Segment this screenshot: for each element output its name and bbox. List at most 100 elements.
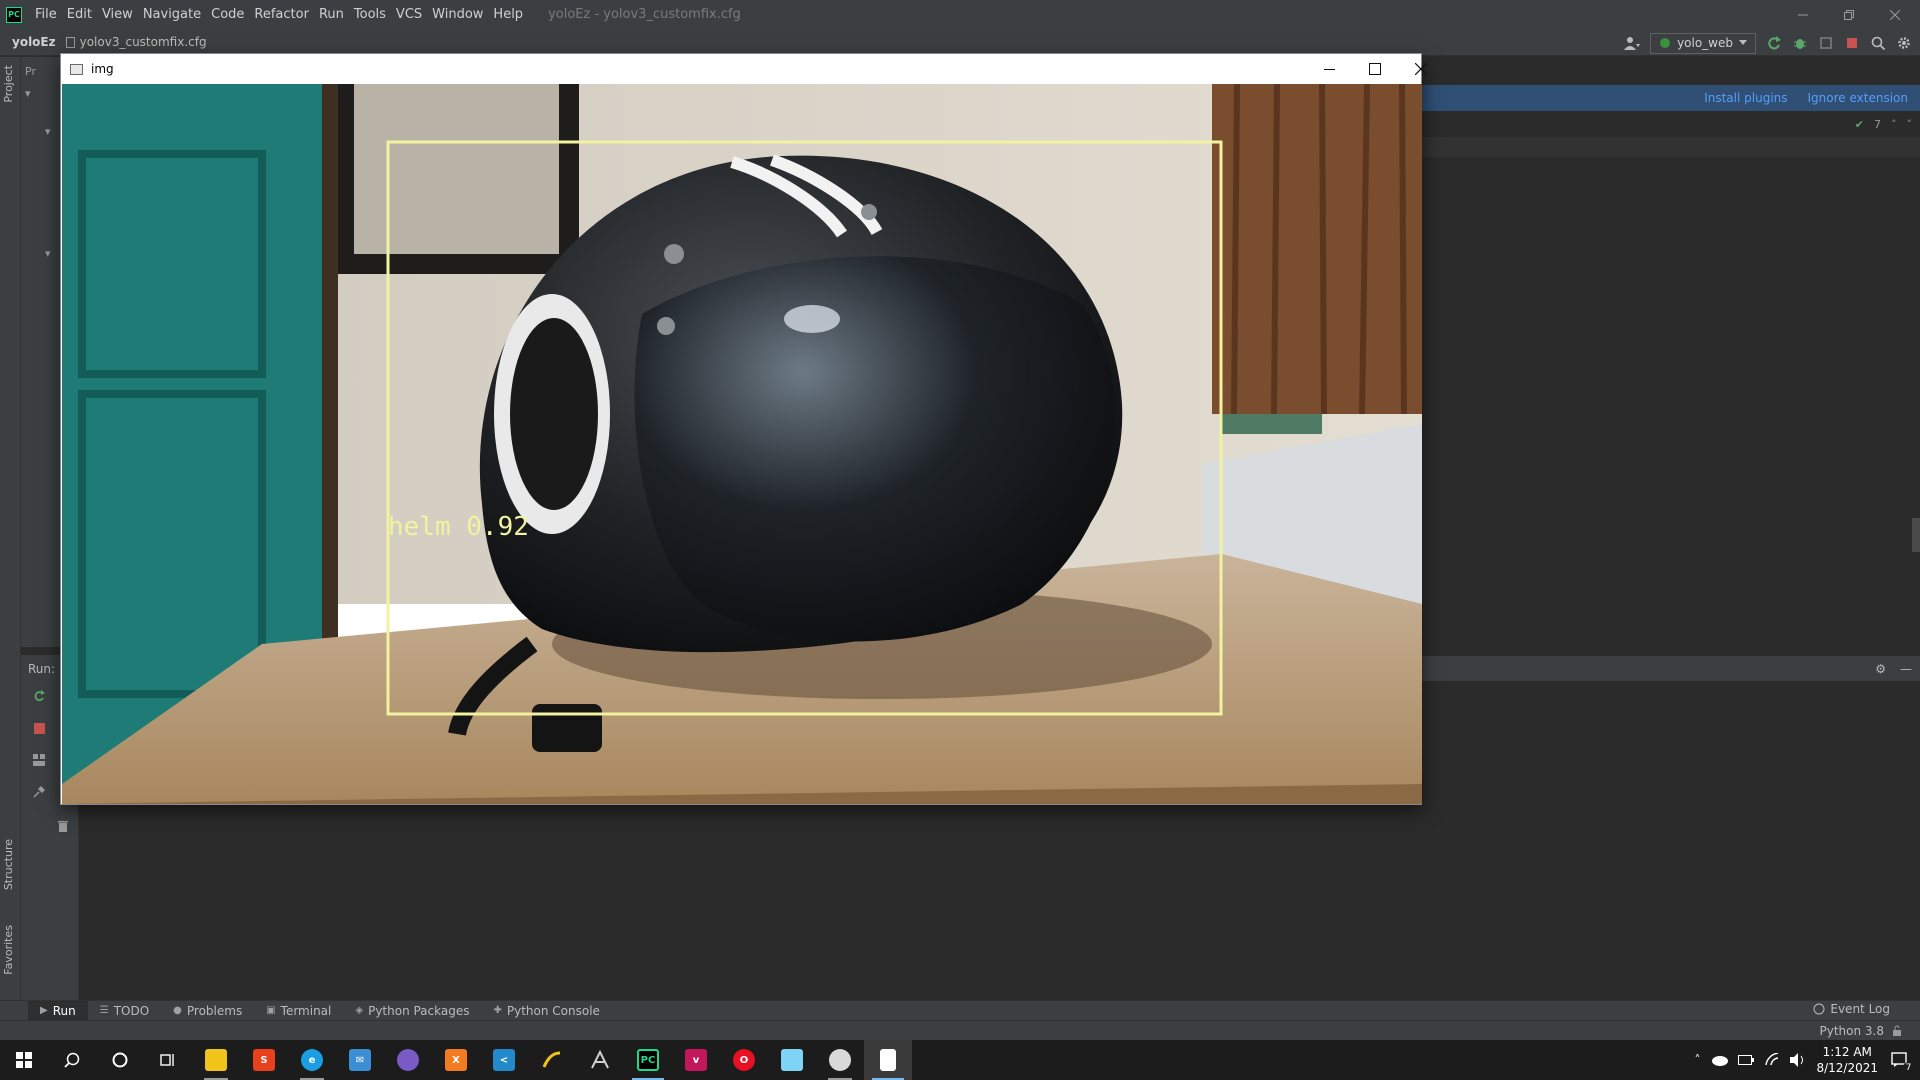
layout-icon[interactable] xyxy=(31,752,47,768)
sublime-icon: S xyxy=(253,1049,275,1071)
clock[interactable]: 1:12 AM 8/12/2021 xyxy=(1816,1044,1878,1076)
tree-expand-icon[interactable]: ▾ xyxy=(45,247,51,260)
img-window-title: img xyxy=(91,62,114,76)
taskbar-app-notepad[interactable] xyxy=(768,1040,816,1080)
tree-expand-icon[interactable]: ▾ xyxy=(25,87,31,100)
menu-run[interactable]: Run xyxy=(314,7,349,22)
taskbar-app-sublime[interactable]: S xyxy=(240,1040,288,1080)
search-icon xyxy=(1871,36,1885,50)
tab-python-packages[interactable]: ◈ Python Packages xyxy=(343,1001,481,1021)
taskbar-app-document[interactable] xyxy=(864,1040,912,1080)
trash-icon[interactable] xyxy=(55,818,71,834)
taskbar-app-xampp[interactable]: X xyxy=(432,1040,480,1080)
stop-button[interactable] xyxy=(1844,35,1860,51)
inspection-ok-icon[interactable]: ✔ xyxy=(1855,118,1864,131)
taskbar-app-anaconda[interactable] xyxy=(528,1040,576,1080)
run-configuration-select[interactable]: yolo_web xyxy=(1650,32,1756,54)
coverage-button[interactable] xyxy=(1818,35,1834,51)
menu-edit[interactable]: Edit xyxy=(62,7,97,22)
ide-minimize-button[interactable] xyxy=(1780,0,1826,29)
taskbar-app-media[interactable] xyxy=(816,1040,864,1080)
ignore-extension-link[interactable]: Ignore extension xyxy=(1808,91,1908,105)
menu-window[interactable]: Window xyxy=(427,7,488,22)
editor-area[interactable] xyxy=(1421,85,1920,655)
taskbar-app-tool[interactable] xyxy=(576,1040,624,1080)
taskbar-app-vscode[interactable]: < xyxy=(480,1040,528,1080)
favorites-tool-window-tab[interactable]: Favorites xyxy=(2,925,15,975)
ide-menubar: PC File Edit View Navigate Code Refactor… xyxy=(0,0,1920,29)
menu-tools[interactable]: Tools xyxy=(349,7,391,22)
menu-help[interactable]: Help xyxy=(488,7,528,22)
breadcrumb-project[interactable]: yoloEz xyxy=(0,35,56,49)
inspection-count: 7 xyxy=(1874,117,1881,131)
settings-button[interactable] xyxy=(1896,35,1912,51)
user-icon[interactable] xyxy=(1624,35,1641,51)
tab-python-console[interactable]: ✚ Python Console xyxy=(481,1001,611,1021)
volume-icon[interactable] xyxy=(1790,1053,1806,1067)
vysor-icon: v xyxy=(685,1049,707,1071)
taskbar-app-mail[interactable]: ✉ xyxy=(336,1040,384,1080)
tab-run[interactable]: ▶ Run xyxy=(28,1000,88,1021)
strap-buckle xyxy=(532,704,602,752)
taskbar-app-edge[interactable]: e xyxy=(288,1040,336,1080)
project-tool-window-tab[interactable]: Project xyxy=(2,65,15,103)
chevron-down-icon[interactable]: ˅ xyxy=(1907,118,1913,131)
editor-scrollbar[interactable] xyxy=(1912,518,1920,552)
wifi-icon[interactable] xyxy=(1764,1053,1780,1067)
ide-close-button[interactable] xyxy=(1872,0,1918,29)
run-panel-label: Run: xyxy=(28,662,56,676)
breadcrumb-file[interactable]: yolov3_customfix.cfg xyxy=(65,35,207,49)
menu-navigate[interactable]: Navigate xyxy=(138,7,206,22)
project-panel-title[interactable]: Pr xyxy=(25,65,36,78)
document-icon xyxy=(880,1049,896,1071)
img-minimize-button[interactable] xyxy=(1306,54,1352,84)
task-view-icon xyxy=(160,1054,174,1066)
rerun-button[interactable] xyxy=(1766,35,1782,51)
menu-code[interactable]: Code xyxy=(206,7,249,22)
hide-panel-icon[interactable]: — xyxy=(1900,662,1912,676)
battery-icon[interactable] xyxy=(1738,1055,1755,1065)
task-view-button[interactable] xyxy=(144,1040,192,1080)
stop-icon[interactable] xyxy=(31,720,47,736)
menu-view[interactable]: View xyxy=(97,7,138,22)
img-window-titlebar[interactable]: img xyxy=(61,54,1427,84)
tab-todo[interactable]: ☰ TODO xyxy=(88,1001,161,1021)
chevron-up-icon[interactable]: ˄ xyxy=(1891,118,1897,131)
onedrive-icon[interactable] xyxy=(1710,1054,1729,1066)
menu-vcs[interactable]: VCS xyxy=(391,7,427,22)
taskbar-app-file-explorer[interactable] xyxy=(192,1040,240,1080)
tab-todo-label: TODO xyxy=(113,1003,150,1018)
taskbar-app-pycharm[interactable]: PC xyxy=(624,1040,672,1080)
rerun-icon[interactable] xyxy=(31,688,47,704)
tab-terminal[interactable]: ▣ Terminal xyxy=(254,1001,343,1021)
debug-button[interactable] xyxy=(1792,35,1808,51)
start-button[interactable] xyxy=(0,1040,48,1080)
notification-count: 7 xyxy=(1903,1062,1914,1073)
pycharm-icon: PC xyxy=(637,1049,659,1071)
img-maximize-button[interactable] xyxy=(1352,54,1398,84)
folder-icon xyxy=(205,1049,227,1071)
taskbar-app-chrome-canary[interactable] xyxy=(384,1040,432,1080)
chevron-up-icon[interactable]: ˄ xyxy=(1694,1053,1700,1067)
menu-file[interactable]: File xyxy=(30,7,62,22)
lock-icon[interactable] xyxy=(1892,1025,1902,1036)
cortana-button[interactable] xyxy=(96,1040,144,1080)
pin-icon[interactable] xyxy=(31,784,47,800)
search-button[interactable] xyxy=(48,1040,96,1080)
action-center-button[interactable]: 7 xyxy=(1888,1049,1914,1073)
img-close-button[interactable] xyxy=(1398,54,1444,84)
interpreter-status[interactable]: Python 3.8 xyxy=(1820,1024,1885,1038)
detection-image: helm 0.92 xyxy=(62,84,1422,804)
install-plugins-link[interactable]: Install plugins xyxy=(1704,91,1787,105)
tab-problems[interactable]: ● Problems xyxy=(161,1001,254,1021)
gear-icon[interactable]: ⚙ xyxy=(1875,662,1886,676)
search-everywhere-button[interactable] xyxy=(1870,35,1886,51)
ide-restore-button[interactable] xyxy=(1826,0,1872,29)
event-log-button[interactable]: Event Log xyxy=(1813,1002,1890,1016)
menu-refactor[interactable]: Refactor xyxy=(249,7,314,22)
structure-tool-window-tab[interactable]: Structure xyxy=(2,839,15,890)
tree-expand-icon[interactable]: ▾ xyxy=(45,125,51,138)
webcam-frame: helm 0.92 xyxy=(62,84,1422,804)
taskbar-app-opera[interactable]: O xyxy=(720,1040,768,1080)
taskbar-app-vysor[interactable]: v xyxy=(672,1040,720,1080)
